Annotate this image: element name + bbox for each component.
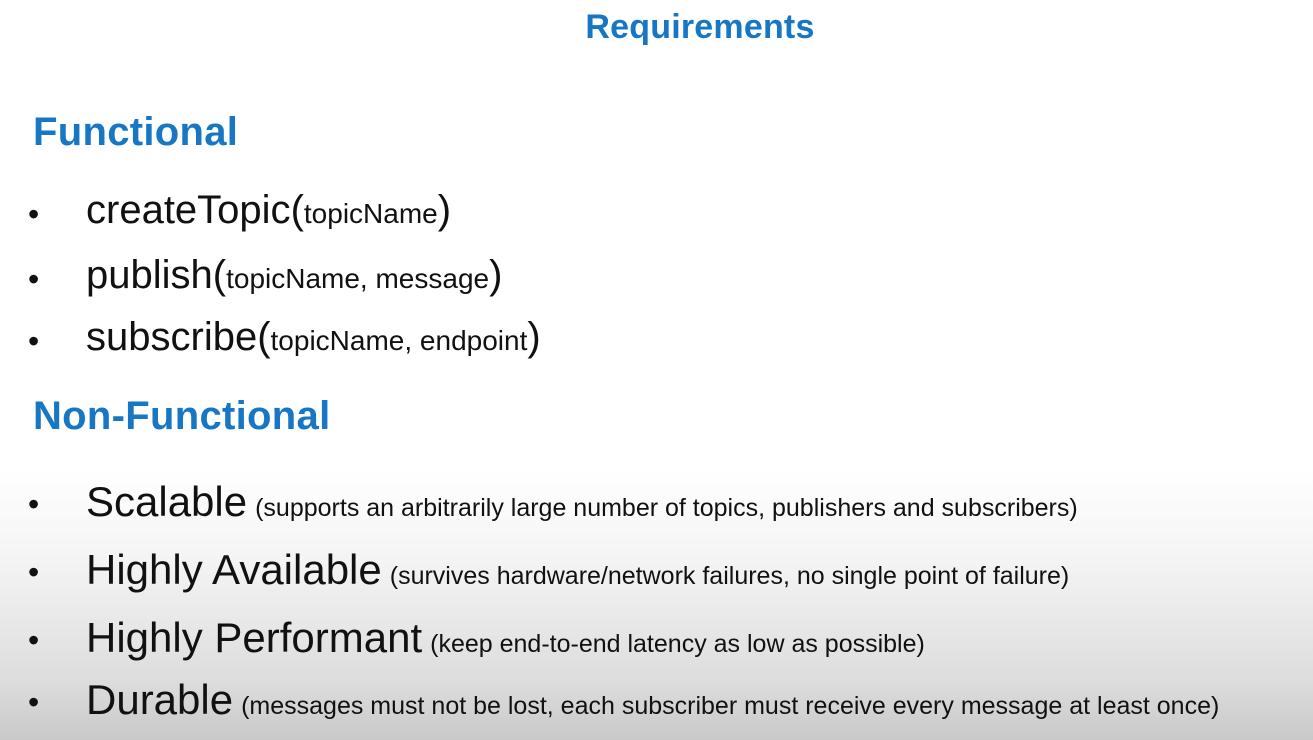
function-args: topicName, endpoint xyxy=(270,325,528,356)
function-name: subscribe xyxy=(86,315,258,359)
open-paren: ( xyxy=(257,315,271,359)
requirement-description: (keep end-to-end latency as low as possi… xyxy=(430,630,925,658)
requirement-name: Highly Available xyxy=(86,546,382,593)
bullet-icon: • xyxy=(28,684,40,720)
function-args: topicName xyxy=(303,198,438,229)
requirement-name: Scalable xyxy=(86,478,248,525)
function-args: topicName, message xyxy=(226,263,490,294)
slide-title: Requirements xyxy=(585,8,815,46)
close-paren: ) xyxy=(437,188,452,232)
bullet-icon: • xyxy=(28,323,40,359)
close-paren: ) xyxy=(489,253,503,297)
requirement-name: Durable xyxy=(86,676,234,723)
bullet-icon: • xyxy=(28,622,40,658)
non-functional-heading: Non-Functional xyxy=(33,394,331,438)
bullet-icon: • xyxy=(28,554,40,590)
bullet-icon: • xyxy=(28,486,40,522)
requirement-description: (supports an arbitrarily large number of… xyxy=(255,494,1078,522)
bullet-icon: • xyxy=(28,196,40,232)
function-name: createTopic xyxy=(86,188,291,232)
close-paren: ) xyxy=(527,315,541,359)
requirement-name: Highly Performant xyxy=(86,614,423,661)
open-paren: ( xyxy=(290,188,304,232)
function-name: publish xyxy=(86,253,213,297)
functional-heading: Functional xyxy=(33,110,239,154)
requirement-description: (messages must not be lost, each subscri… xyxy=(241,692,1220,720)
bullet-icon: • xyxy=(28,261,40,297)
open-paren: ( xyxy=(212,253,227,297)
requirement-description: (survives hardware/network failures, no … xyxy=(389,562,1070,590)
